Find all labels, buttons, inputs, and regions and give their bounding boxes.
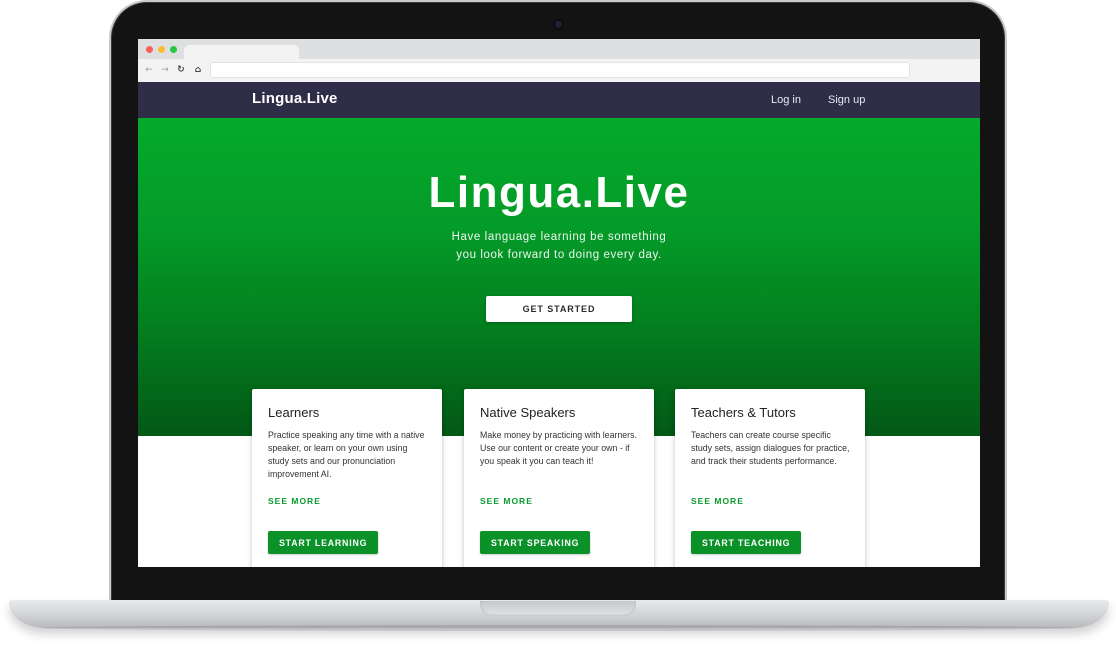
card-title: Teachers & Tutors (691, 405, 796, 420)
window-maximize-button[interactable] (170, 46, 177, 53)
start-teaching-button[interactable]: START TEACHING (691, 531, 802, 554)
see-more-link[interactable]: SEE MORE (268, 496, 321, 506)
brand-logo[interactable]: Lingua.Live (252, 90, 338, 107)
laptop-screen: ← → ↻ ⌂ Lingua.Live Log in Sign up Lingu… (138, 39, 980, 567)
see-more-link[interactable]: SEE MORE (480, 496, 533, 506)
arrow-right-icon[interactable]: → (158, 63, 172, 77)
window-close-button[interactable] (146, 46, 153, 53)
start-learning-button[interactable]: START LEARNING (268, 531, 379, 554)
hero-subtitle-line-1: Have language learning be something (451, 231, 667, 243)
arrow-left-icon[interactable]: ← (142, 63, 156, 77)
browser-tab-bar (138, 39, 980, 59)
card-description: Practice speaking any time with a native… (268, 430, 425, 479)
browser-tab[interactable] (184, 45, 299, 59)
window-minimize-button[interactable] (158, 46, 165, 53)
home-icon[interactable]: ⌂ (191, 63, 205, 77)
learners-card: Learners Practice speaking any time with… (252, 389, 442, 567)
browser-toolbar: ← → ↻ ⌂ (138, 59, 980, 82)
laptop-opening-notch (480, 601, 636, 616)
browser-chrome: ← → ↻ ⌂ (138, 39, 980, 82)
card-description: Teachers can create course specific stud… (691, 430, 850, 466)
hero-subtitle-line-2: you look forward to doing every day. (456, 249, 662, 261)
hero-subtitle: Have language learning be something you … (409, 228, 709, 264)
start-speaking-button[interactable]: START SPEAKING (480, 531, 591, 554)
teachers-tutors-card: Teachers & Tutors Teachers can create co… (675, 389, 865, 567)
native-speakers-card: Native Speakers Make money by practicing… (464, 389, 654, 567)
card-title: Native Speakers (480, 405, 576, 420)
webcam (553, 19, 564, 30)
reload-icon[interactable]: ↻ (174, 63, 188, 77)
address-bar[interactable] (210, 62, 910, 78)
login-link[interactable]: Log in (771, 94, 801, 106)
see-more-link[interactable]: SEE MORE (691, 496, 744, 506)
card-title: Learners (268, 405, 320, 420)
site-navbar: Lingua.Live Log in Sign up (138, 82, 980, 118)
signup-link[interactable]: Sign up (828, 94, 865, 106)
get-started-button[interactable]: GET STARTED (486, 296, 632, 322)
laptop-shadow (40, 625, 1076, 631)
hero-title: Lingua.Live (428, 168, 690, 217)
card-description: Make money by practicing with learners. … (480, 430, 637, 466)
